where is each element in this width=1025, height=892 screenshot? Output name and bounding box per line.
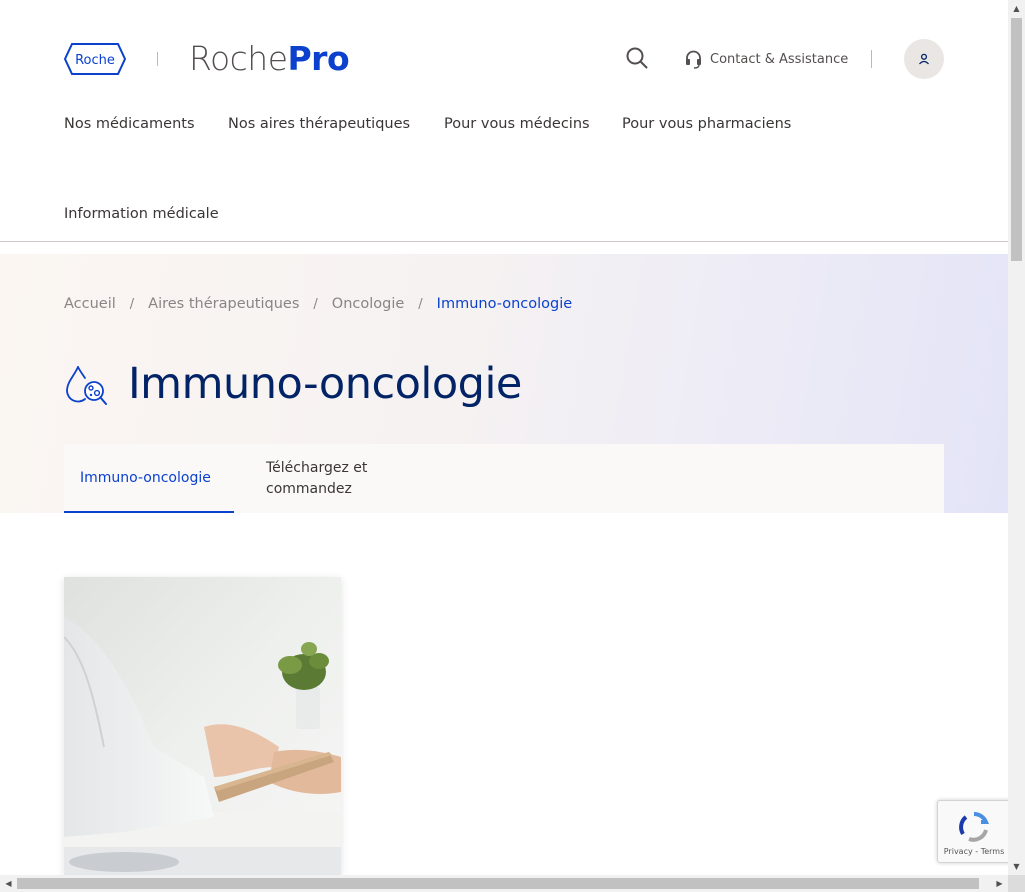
scroll-up-arrow-icon[interactable]: ▲ [1008,0,1025,17]
breadcrumb-separator: / [129,296,135,312]
user-icon [919,53,929,65]
breadcrumb-item-current: Immuno-oncologie [436,296,573,312]
recaptcha-badge[interactable]: Privacy - Terms [937,800,1011,863]
tab-immuno-oncologie[interactable]: Immuno-oncologie [64,444,234,513]
doctor-tablet-image [64,577,341,875]
tab-telechargez-commandez[interactable]: Téléchargez et commandez [266,444,426,513]
search-button[interactable] [624,45,650,71]
nav-item-information-medicale[interactable]: Information médicale [64,206,219,222]
breadcrumb-separator: / [418,296,423,312]
user-account-button[interactable] [904,39,944,79]
rochepro-brand[interactable]: RochePro [189,38,350,80]
contact-label: Contact & Assistance [710,51,849,67]
nav-item-aires-therapeutiques[interactable]: Nos aires thérapeutiques [228,116,410,132]
svg-text:Roche: Roche [75,53,115,68]
page-title: Immuno-oncologie [128,359,522,409]
breadcrumb-item-oncologie[interactable]: Oncologie [332,296,405,312]
roche-logo[interactable]: Roche [64,43,126,75]
tab-bar: Immuno-oncologie Téléchargez et commande… [64,444,944,513]
nav-item-medecins[interactable]: Pour vous médecins [444,116,590,132]
search-icon [626,47,648,69]
horizontal-scrollbar[interactable]: ◀ ▶ [0,875,1008,892]
recaptcha-links[interactable]: Privacy - Terms [938,847,1010,856]
scroll-down-arrow-icon[interactable]: ▼ [1008,858,1025,875]
breadcrumb-item-accueil[interactable]: Accueil [64,296,116,312]
logo-divider [157,52,158,66]
header-divider [871,50,872,68]
breadcrumb-separator: / [313,296,318,312]
horizontal-scroll-thumb[interactable] [17,878,979,889]
nav-divider [0,241,1008,242]
nav-item-medicaments[interactable]: Nos médicaments [64,116,195,132]
scrollbar-corner [1008,875,1025,892]
immuno-oncology-icon [66,366,107,405]
hero-section: Accueil / Aires thérapeutiques / Oncolog… [0,254,1008,513]
nav-item-pharmaciens[interactable]: Pour vous pharmaciens [622,116,791,132]
scroll-right-arrow-icon[interactable]: ▶ [991,875,1008,892]
headset-icon [686,50,701,69]
vertical-scrollbar[interactable]: ▲ ▼ [1008,0,1025,875]
recaptcha-icon [959,812,990,842]
scroll-left-arrow-icon[interactable]: ◀ [0,875,17,892]
page: Roche RochePro Contact & Assistance Nos … [0,0,1008,875]
breadcrumb: Accueil / Aires thérapeutiques / Oncolog… [64,296,572,312]
vertical-scroll-thumb[interactable] [1011,18,1022,261]
contact-assistance-link[interactable]: Contact & Assistance [684,48,848,70]
breadcrumb-item-aires-therapeutiques[interactable]: Aires thérapeutiques [148,296,299,312]
